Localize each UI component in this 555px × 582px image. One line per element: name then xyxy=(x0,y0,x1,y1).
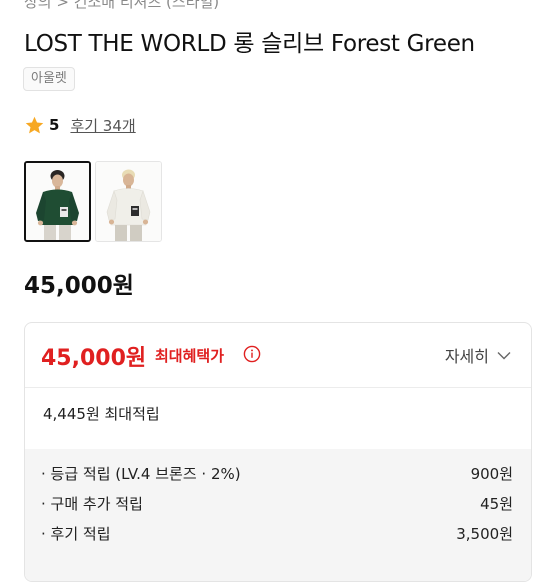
product-price: 45,000원 xyxy=(24,273,134,299)
thumbnail-white[interactable] xyxy=(95,161,162,242)
breadcrumb[interactable]: 상의 > 긴소매 티셔츠 (스타일) xyxy=(24,0,219,12)
points-row-value: 3,500원 xyxy=(456,525,513,543)
points-total: 4,445원 최대적립 xyxy=(43,405,160,423)
chevron-down-icon xyxy=(497,351,511,359)
max-benefit-label: 최대혜택가 xyxy=(155,347,225,365)
rating-summary: 5 후기 34개 xyxy=(24,114,136,136)
points-row: · 구매 추가 적립 45원 xyxy=(41,493,513,515)
model-forest-green-image xyxy=(26,163,89,240)
details-label: 자세히 xyxy=(444,347,489,366)
points-row-label: · 구매 추가 적립 xyxy=(41,495,143,513)
star-icon xyxy=(25,116,44,133)
reviews-link[interactable]: 후기 34개 xyxy=(70,115,135,136)
outlet-tag: 아울렛 xyxy=(23,67,75,91)
points-row: · 후기 적립 3,500원 xyxy=(41,523,513,545)
max-benefit-price: 45,000원 xyxy=(41,346,147,371)
points-row-value: 900원 xyxy=(470,465,513,483)
thumbnail-forest-green[interactable] xyxy=(24,161,91,242)
points-breakdown: · 등급 적립 (LV.4 브론즈 · 2%) 900원 · 구매 추가 적립 … xyxy=(25,449,531,581)
details-toggle[interactable]: 자세히 xyxy=(445,343,511,367)
model-white-image xyxy=(96,162,161,241)
points-row: · 등급 적립 (LV.4 브론즈 · 2%) 900원 xyxy=(41,463,513,485)
info-icon[interactable] xyxy=(243,345,261,363)
rating-score: 5 xyxy=(49,116,60,134)
points-row-label: · 후기 적립 xyxy=(41,525,111,543)
points-row-value: 45원 xyxy=(480,495,513,513)
product-title: LOST THE WORLD 롱 슬리브 Forest Green xyxy=(24,31,475,57)
benefit-header[interactable]: 45,000원 최대혜택가 자세히 xyxy=(25,323,531,388)
points-row-label: · 등급 적립 (LV.4 브론즈 · 2%) xyxy=(41,465,241,483)
benefit-box: 45,000원 최대혜택가 자세히 4,445원 최대적립 · 등급 적립 (L… xyxy=(24,322,532,582)
